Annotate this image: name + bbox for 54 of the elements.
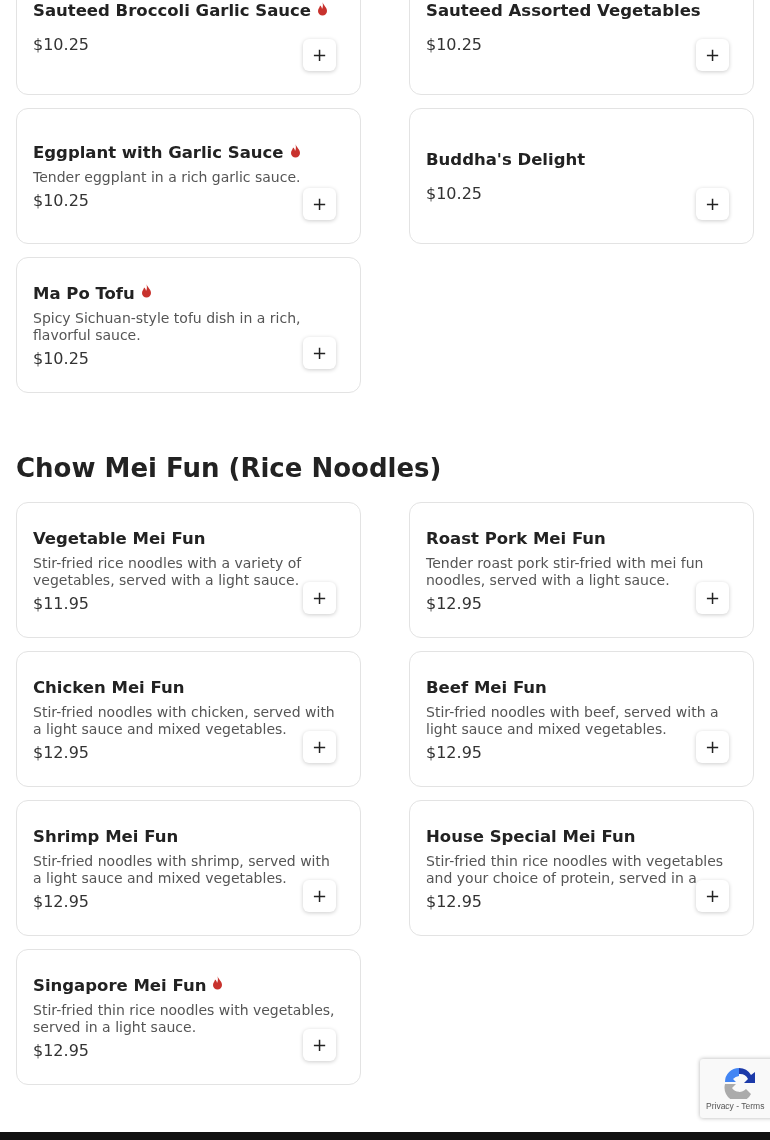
item-price: $12.95: [426, 742, 482, 763]
recaptcha-logo-icon: [722, 1065, 756, 1099]
add-button[interactable]: +: [696, 188, 729, 220]
menu-item-card[interactable]: Singapore Mei Fun Stir-fried thin rice noodles with vegetables, served in a light sauce. $12.95 +: [16, 949, 361, 1085]
add-button[interactable]: +: [696, 731, 729, 763]
item-price: $12.95: [33, 891, 89, 912]
add-button[interactable]: +: [303, 880, 336, 912]
menu-item-card[interactable]: Sauteed Broccoli Garlic Sauce $10.25 +: [16, 0, 361, 95]
menu-item-card[interactable]: Vegetable Mei Fun Stir-fried rice noodles with a variety of vegetables, served with a light sauce. $11.95 +: [16, 502, 361, 638]
menu-item-card[interactable]: Eggplant with Garlic Sauce Tender eggplant in a rich garlic sauce. $10.25 +: [16, 108, 361, 244]
add-button[interactable]: +: [696, 582, 729, 614]
item-name: Ma Po Tofu: [33, 283, 135, 303]
item-price: $10.25: [426, 184, 482, 204]
menu-item-card[interactable]: Sauteed Assorted Vegetables $10.25 +: [409, 0, 754, 95]
add-button[interactable]: +: [303, 731, 336, 763]
add-button[interactable]: +: [303, 337, 336, 369]
item-price: $10.25: [33, 348, 89, 369]
item-name: Roast Pork Mei Fun: [426, 528, 606, 548]
menu-item-card[interactable]: Buddha's Delight $10.25 +: [409, 108, 754, 244]
menu-item-card[interactable]: House Special Mei Fun Stir-fried thin rice noodles with vegetables and your choice of protein, served in a $12.95 +: [409, 800, 754, 936]
item-description: Tender eggplant in a rich garlic sauce.: [33, 169, 302, 186]
item-description: Stir-fried rice noodles with a variety of vegetables, served with a light sauce.: [33, 554, 303, 589]
item-name: Sauteed Assorted Vegetables: [426, 1, 701, 20]
add-button[interactable]: +: [303, 39, 336, 71]
add-button[interactable]: +: [303, 582, 336, 614]
menu-item-card[interactable]: Roast Pork Mei Fun Tender roast pork stir-fried with mei fun noodles, served with a light sauce. $12.95 +: [409, 502, 754, 638]
item-price: $12.95: [426, 593, 482, 614]
section-heading: Chow Mei Fun (Rice Noodles): [16, 452, 443, 484]
item-price: $12.95: [33, 742, 89, 763]
item-description: Spicy Sichuan-style tofu dish in a rich, flavorful sauce.: [33, 309, 302, 344]
item-price: $12.95: [33, 1040, 89, 1061]
item-price: $10.25: [33, 191, 89, 211]
item-price: $11.95: [33, 593, 89, 614]
item-price: $10.25: [33, 35, 89, 55]
menu-item-card[interactable]: Chicken Mei Fun Stir-fried noodles with chicken, served with a light sauce and mixed vegetables. $12.95 +: [16, 651, 361, 787]
item-name: Buddha's Delight: [426, 150, 586, 169]
item-price: $10.25: [426, 35, 482, 55]
item-name: House Special Mei Fun: [426, 826, 636, 846]
item-price: $12.95: [426, 891, 482, 912]
item-name: Singapore Mei Fun: [33, 975, 207, 995]
add-button[interactable]: +: [696, 39, 729, 71]
item-name: Sauteed Broccoli Garlic Sauce: [33, 1, 311, 20]
menu-item-card[interactable]: Shrimp Mei Fun Stir-fried noodles with shrimp, served with a light sauce and mixed vegetables. $12.95 +: [16, 800, 361, 936]
menu-item-card[interactable]: Beef Mei Fun Stir-fried noodles with beef, served with a light sauce and mixed vegetables. $12.95 +: [409, 651, 754, 787]
item-name: Vegetable Mei Fun: [33, 528, 206, 548]
add-button[interactable]: +: [303, 1029, 336, 1061]
add-button[interactable]: +: [696, 880, 729, 912]
menu-item-card[interactable]: Ma Po Tofu Spicy Sichuan-style tofu dish in a rich, flavorful sauce. $10.25 +: [16, 257, 361, 393]
item-name: Eggplant with Garlic Sauce: [33, 143, 284, 162]
item-name: Shrimp Mei Fun: [33, 826, 179, 846]
item-name: Chicken Mei Fun: [33, 677, 185, 697]
recaptcha-links[interactable]: Privacy - Terms: [706, 1100, 765, 1113]
add-button[interactable]: +: [303, 188, 336, 220]
item-name: Beef Mei Fun: [426, 677, 547, 697]
